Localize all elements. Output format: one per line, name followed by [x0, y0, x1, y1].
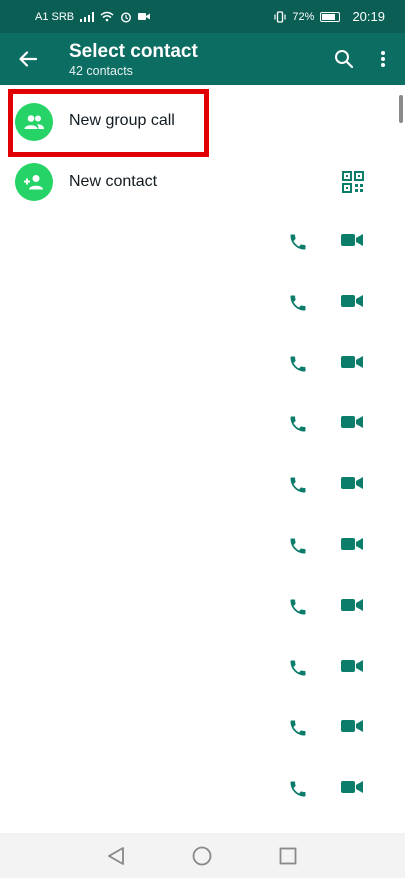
search-icon	[335, 50, 354, 69]
status-right: 72% 20:19	[274, 9, 385, 24]
phone-icon	[290, 416, 306, 432]
carrier-label: A1 SRB	[35, 10, 75, 23]
new-group-call-label: New group call	[69, 112, 175, 129]
phone-icon	[290, 356, 306, 372]
video-call-button[interactable]	[341, 232, 365, 254]
voice-call-button[interactable]	[288, 293, 310, 315]
video-call-button[interactable]	[341, 354, 365, 376]
person-add-icon	[24, 175, 43, 190]
battery-percent: 72%	[292, 10, 315, 23]
battery-icon	[320, 11, 341, 22]
voice-call-button[interactable]	[288, 536, 310, 558]
more-options-button[interactable]	[373, 46, 393, 72]
voice-call-button[interactable]	[288, 414, 310, 436]
contact-row[interactable]	[0, 214, 405, 275]
status-left: A1 SRB	[35, 10, 151, 23]
alarm-icon	[121, 11, 132, 23]
contact-row[interactable]	[0, 457, 405, 518]
voice-call-button[interactable]	[288, 597, 310, 619]
phone-icon	[290, 781, 306, 797]
new-group-call-row[interactable]: New group call	[0, 92, 405, 153]
page-title: Select contact	[69, 41, 198, 62]
triangle-back-icon	[108, 847, 124, 865]
voice-call-button[interactable]	[288, 354, 310, 376]
video-icon	[341, 295, 363, 307]
video-icon	[341, 234, 363, 246]
arrow-left-icon	[19, 51, 38, 67]
square-recents-icon	[279, 847, 297, 865]
phone-icon	[290, 477, 306, 493]
voice-call-button[interactable]	[288, 475, 310, 497]
title-block: Select contact 42 contacts	[69, 41, 198, 79]
nav-back-button[interactable]	[104, 844, 128, 868]
nav-recents-button[interactable]	[276, 844, 300, 868]
qr-code-icon	[342, 171, 364, 193]
phone-icon	[290, 234, 306, 250]
video-icon	[341, 477, 363, 489]
video-call-button[interactable]	[341, 779, 365, 801]
status-bar: A1 SRB 72% 20:19	[0, 0, 405, 33]
video-icon	[341, 599, 363, 611]
search-button[interactable]	[331, 46, 357, 72]
contact-list: New group call New contact	[0, 85, 405, 833]
video-icon	[341, 660, 363, 672]
video-icon	[341, 356, 363, 368]
new-group-call-avatar	[15, 103, 53, 141]
signal-icon	[80, 11, 95, 22]
new-contact-label: New contact	[69, 173, 158, 190]
phone-icon	[290, 599, 306, 615]
video-icon	[341, 538, 363, 550]
new-contact-avatar	[15, 163, 53, 201]
group-icon	[24, 115, 44, 129]
scrollbar[interactable]	[399, 95, 403, 123]
app-bar: Select contact 42 contacts	[0, 33, 405, 85]
navigation-bar	[0, 833, 405, 878]
phone-icon	[290, 295, 306, 311]
phone-icon	[290, 720, 306, 736]
contact-row[interactable]	[0, 396, 405, 457]
video-icon	[341, 781, 363, 793]
contact-row[interactable]	[0, 761, 405, 822]
vibrate-icon	[274, 10, 287, 23]
video-icon	[341, 416, 363, 428]
voice-call-button[interactable]	[288, 658, 310, 680]
contact-row[interactable]	[0, 518, 405, 579]
contact-row[interactable]	[0, 336, 405, 397]
qr-code-button[interactable]	[342, 171, 364, 193]
back-button[interactable]	[14, 45, 42, 73]
phone-icon	[290, 538, 306, 554]
contact-row[interactable]	[0, 640, 405, 701]
video-call-button[interactable]	[341, 597, 365, 619]
contact-row[interactable]	[0, 579, 405, 640]
video-call-button[interactable]	[341, 475, 365, 497]
contact-row[interactable]	[0, 275, 405, 336]
video-call-button[interactable]	[341, 658, 365, 680]
video-icon	[341, 720, 363, 732]
voice-call-button[interactable]	[288, 779, 310, 801]
phone-icon	[290, 660, 306, 676]
voice-call-button[interactable]	[288, 232, 310, 254]
circle-home-icon	[192, 846, 212, 866]
video-call-button[interactable]	[341, 414, 365, 436]
nav-home-button[interactable]	[190, 844, 214, 868]
more-vert-icon	[381, 51, 385, 67]
camera-status-icon	[138, 13, 151, 20]
contact-row[interactable]	[0, 700, 405, 761]
wifi-icon	[100, 11, 114, 22]
video-call-button[interactable]	[341, 293, 365, 315]
video-call-button[interactable]	[341, 536, 365, 558]
clock: 20:19	[352, 9, 385, 24]
voice-call-button[interactable]	[288, 718, 310, 740]
contact-count: 42 contacts	[69, 64, 133, 78]
video-call-button[interactable]	[341, 718, 365, 740]
